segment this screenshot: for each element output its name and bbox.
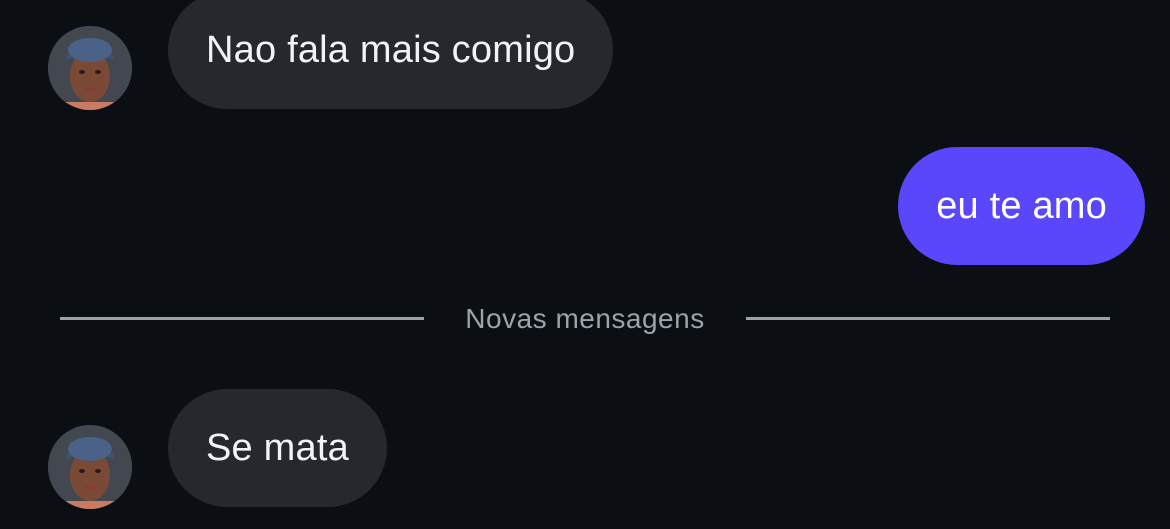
message-bubble-incoming[interactable]: Se mata <box>168 389 387 507</box>
contact-avatar[interactable] <box>48 425 132 509</box>
contact-avatar[interactable] <box>48 26 132 110</box>
message-bubble-outgoing[interactable]: eu te amo <box>898 147 1145 265</box>
new-messages-divider-right <box>746 317 1110 320</box>
contact-photo <box>48 26 132 110</box>
message-bubble-incoming[interactable]: Nao fala mais comigo <box>168 0 614 109</box>
new-messages-divider-left <box>60 317 424 320</box>
contact-photo <box>48 425 132 509</box>
new-messages-label: Novas mensagens <box>465 303 705 334</box>
